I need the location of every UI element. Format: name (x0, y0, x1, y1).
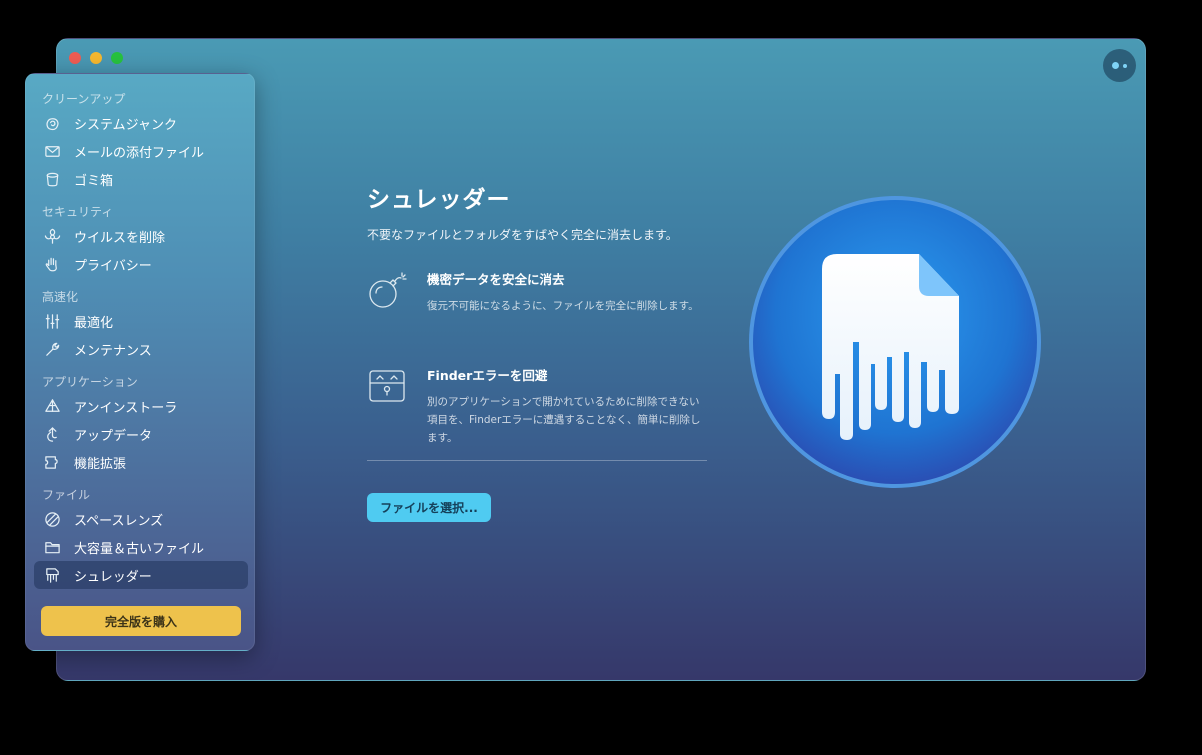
section-title-security: セキュリティ (42, 205, 114, 219)
section-title-speed: 高速化 (42, 290, 79, 304)
divider (367, 460, 707, 461)
bomb-icon (367, 269, 407, 311)
close-button[interactable] (69, 52, 81, 64)
space-lens-icon (43, 510, 61, 528)
sidebar: クリーンアップ システムジャンク メールの添付ファイル ゴミ箱 セキュリティ ウ… (25, 73, 255, 651)
sidebar-item-label: システムジャンク (74, 117, 177, 133)
zoom-button[interactable] (111, 52, 123, 64)
sidebar-item-system-junk[interactable]: システムジャンク (34, 109, 248, 137)
feature-description: 復元不可能になるように、ファイルを完全に削除します。 (427, 300, 699, 312)
select-files-button[interactable]: ファイルを選択... (367, 493, 491, 522)
sliders-icon (43, 312, 61, 330)
updater-icon (43, 425, 61, 443)
sidebar-item-label: 大容量＆古いファイル (74, 541, 205, 557)
main-content: シュレッダー 不要なファイルとフォルダをすばやく完全に消去します。 機密データを… (367, 180, 707, 522)
uninstaller-icon (43, 397, 61, 415)
feature-secure-erase: 機密データを安全に消去 復元不可能になるように、ファイルを完全に削除します。 (367, 269, 707, 315)
sidebar-item-label: アンインストーラ (74, 400, 178, 416)
folder-icon (43, 538, 61, 556)
sidebar-item-shredder[interactable]: シュレッダー (34, 561, 248, 589)
traffic-lights (69, 52, 123, 64)
extensions-icon (43, 453, 61, 471)
sidebar-item-label: ウイルスを削除 (74, 230, 166, 246)
hand-icon (43, 255, 61, 273)
sidebar-item-maintenance[interactable]: メンテナンス (34, 335, 248, 363)
chest-icon (367, 365, 407, 407)
sidebar-item-label: プライバシー (74, 258, 152, 274)
sidebar-item-large-old-files[interactable]: 大容量＆古いファイル (34, 533, 248, 561)
section-title-applications: アプリケーション (42, 375, 138, 389)
wrench-icon (43, 340, 61, 358)
sidebar-item-label: メンテナンス (74, 343, 152, 359)
sidebar-item-mail-attachments[interactable]: メールの添付ファイル (34, 137, 248, 165)
buy-full-version-button[interactable]: 完全版を購入 (41, 606, 241, 636)
sidebar-item-label: 機能拡張 (74, 456, 127, 472)
trash-icon (43, 170, 61, 188)
shredder-icon (43, 566, 61, 584)
shredder-hero-icon (747, 194, 1043, 490)
feature-title: Finderエラーを回避 (427, 368, 548, 383)
sidebar-item-remove-virus[interactable]: ウイルスを削除 (34, 222, 248, 250)
feature-avoid-finder-errors: Finderエラーを回避 別のアプリケーションで開かれているために削除できない項… (367, 365, 707, 447)
page-title: シュレッダー (367, 187, 511, 213)
mail-icon (43, 142, 61, 160)
sidebar-item-label: メールの添付ファイル (74, 145, 205, 161)
minimize-button[interactable] (90, 52, 102, 64)
section-title-files: ファイル (42, 488, 91, 502)
page-subtitle: 不要なファイルとフォルダをすばやく完全に消去します。 (367, 228, 678, 242)
system-junk-icon (43, 114, 61, 132)
sidebar-item-label: スペースレンズ (74, 513, 164, 529)
feature-title: 機密データを安全に消去 (427, 272, 565, 287)
sidebar-item-label: 最適化 (74, 315, 114, 331)
sidebar-item-space-lens[interactable]: スペースレンズ (34, 505, 248, 533)
sidebar-item-label: ゴミ箱 (74, 173, 114, 189)
sidebar-item-label: アップデータ (74, 428, 153, 444)
sidebar-item-label: シュレッダー (74, 569, 152, 585)
sidebar-item-optimization[interactable]: 最適化 (34, 307, 248, 335)
sidebar-item-updater[interactable]: アップデータ (34, 420, 248, 448)
sidebar-item-privacy[interactable]: プライバシー (34, 250, 248, 278)
assistant-dots-icon[interactable] (1103, 49, 1136, 82)
section-title-cleanup: クリーンアップ (42, 92, 126, 106)
sidebar-item-trash[interactable]: ゴミ箱 (34, 165, 248, 193)
sidebar-item-uninstaller[interactable]: アンインストーラ (34, 392, 248, 420)
feature-description: 別のアプリケーションで開かれているために削除できない項目を、Finderエラーに… (427, 396, 701, 444)
sidebar-item-extensions[interactable]: 機能拡張 (34, 448, 248, 476)
biohazard-icon (43, 227, 61, 245)
